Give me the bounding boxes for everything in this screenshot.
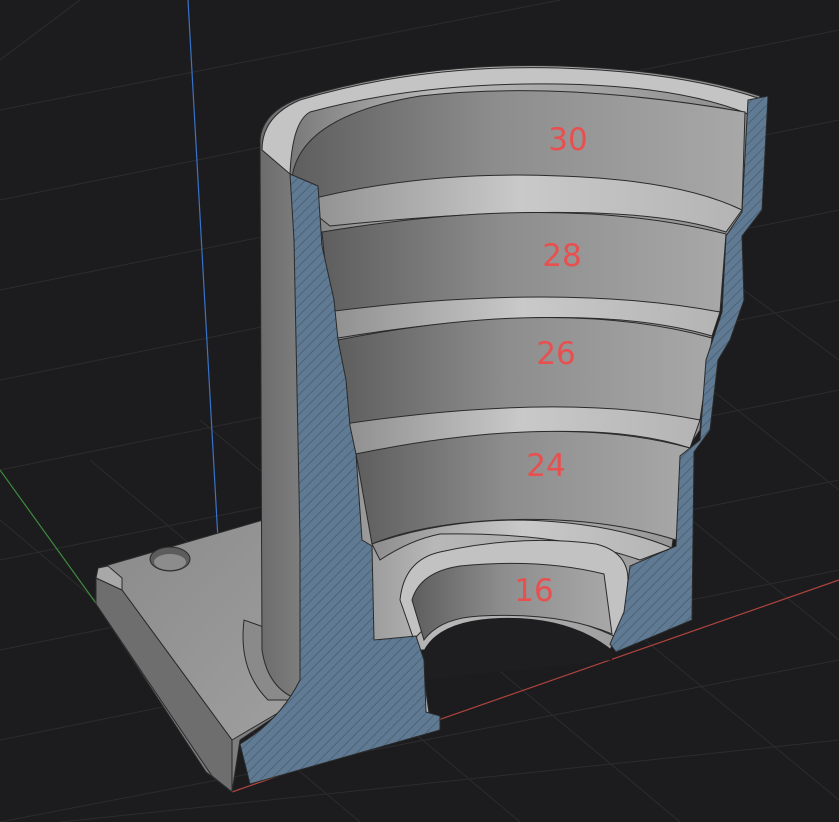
step-label-26: 26 bbox=[536, 336, 575, 372]
3d-viewport[interactable]: 30 28 26 24 16 bbox=[0, 0, 839, 822]
step-label-24: 24 bbox=[526, 448, 565, 484]
step-label-16: 16 bbox=[514, 573, 553, 609]
step-label-28: 28 bbox=[542, 238, 581, 274]
step-label-30: 30 bbox=[548, 122, 587, 158]
model-scene[interactable]: 30 28 26 24 16 bbox=[0, 0, 839, 822]
